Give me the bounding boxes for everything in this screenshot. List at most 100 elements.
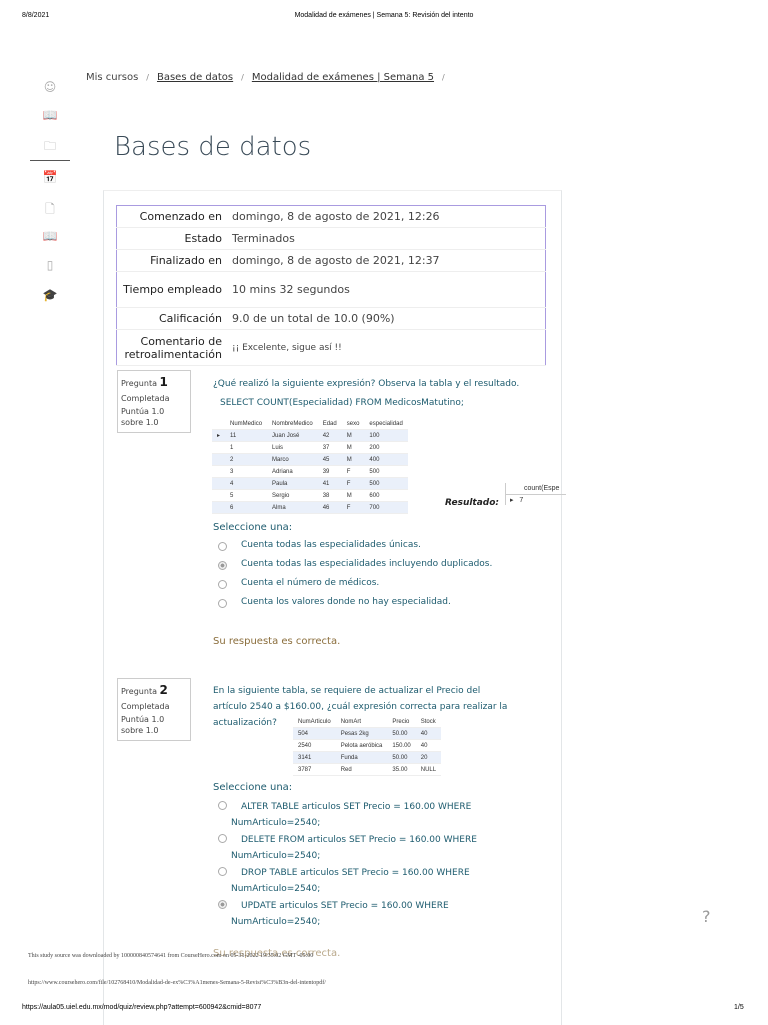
select-prompt: Seleccione una: — [213, 782, 293, 793]
table-cell: Paula — [267, 477, 318, 490]
question-1-feedback: Su respuesta es correcta. — [213, 636, 341, 647]
answer-option[interactable]: Cuenta los valores donde no hay especial… — [218, 597, 538, 608]
table-cell: Marco — [267, 453, 318, 466]
answer-option[interactable]: ALTER TABLE articulos SET Precio = 160.0… — [218, 799, 488, 831]
column-header: NombreMedico — [267, 418, 318, 430]
mobile-icon[interactable]: ▯ — [42, 258, 58, 272]
breadcrumb: Mis cursos / Bases de datos / Modalidad de e… — [86, 72, 445, 83]
table-cell: 4 — [225, 477, 268, 490]
result-grid: count(Espe ▸ 7 — [505, 483, 566, 505]
breadcrumb-quiz[interactable]: Modalidad de exámenes | Semana 5 — [252, 72, 434, 83]
graduation-cap-icon[interactable]: 🎓 — [42, 288, 58, 302]
radio-button[interactable] — [218, 561, 227, 570]
table-row: 504 Pesas 2kg 50.00 40 — [293, 727, 442, 740]
medicos-table: NumMedico NombreMedico Edad sexo especialida… — [212, 418, 408, 514]
table-row: 4 Paula 41 F 500 — [212, 477, 408, 490]
select-prompt: Seleccione una: — [213, 522, 293, 533]
table-row: ▸ 11 Juan José 42 M 100 — [212, 429, 408, 442]
summary-key: Comenzado en — [116, 205, 227, 228]
table-cell: 600 — [364, 489, 408, 502]
table-cell: 6 — [225, 501, 268, 514]
table-cell: 38 — [317, 489, 342, 502]
table-cell: F — [341, 501, 365, 514]
column-header: NomArt — [335, 716, 388, 728]
radio-button[interactable] — [218, 542, 227, 551]
column-header: NumMedico — [225, 418, 268, 430]
user-icon[interactable]: ☺ — [42, 80, 58, 94]
table-cell: 50.00 — [387, 751, 416, 764]
table-cell: 5 — [225, 489, 268, 502]
table-cell: Sergio — [267, 489, 318, 502]
table-cell: M — [341, 429, 365, 442]
radio-button[interactable] — [218, 801, 227, 810]
files-icon[interactable]: 🗋 — [42, 200, 58, 216]
table-cell: Funda — [335, 751, 388, 764]
answer-option[interactable]: DROP TABLE articulos SET Precio = 160.00… — [218, 865, 488, 897]
column-header: sexo — [341, 418, 365, 430]
page-url: https://aula05.uiel.edu.mx/mod/quiz/revi… — [22, 1004, 262, 1011]
row-pointer-icon — [212, 441, 226, 454]
result-header: count(Espe — [506, 483, 566, 495]
radio-button[interactable] — [218, 834, 227, 843]
summary-key: Calificación — [116, 307, 227, 330]
answer-option[interactable]: UPDATE articulos SET Precio = 160.00 WHE… — [218, 898, 488, 930]
answer-option[interactable]: Cuenta todas las especialidades únicas. — [218, 540, 538, 551]
row-pointer-icon — [212, 477, 226, 490]
table-cell: 3 — [225, 465, 268, 478]
radio-button[interactable] — [218, 599, 227, 608]
summary-value: 9.0 de un total de 10.0 (90%) — [227, 307, 546, 330]
table-cell: F — [341, 477, 365, 490]
table-cell: M — [341, 489, 365, 502]
question-number: 1 — [159, 375, 168, 389]
help-button[interactable]: ? — [702, 907, 711, 926]
breadcrumb-course[interactable]: Bases de datos — [157, 72, 233, 83]
answer-option[interactable]: Cuenta todas las especialidades incluyen… — [218, 559, 538, 570]
table-cell: 42 — [317, 429, 342, 442]
radio-button[interactable] — [218, 580, 227, 589]
table-row: 2 Marco 45 M 400 — [212, 453, 408, 466]
table-row: 2540 Pelota aeróbica 150.00 40 — [293, 739, 442, 752]
table-cell: 1 — [225, 441, 268, 454]
table-cell: F — [341, 465, 365, 478]
column-header: Precio — [387, 716, 416, 728]
table-row: 5 Sergio 38 M 600 — [212, 489, 408, 502]
table-cell: M — [341, 453, 365, 466]
radio-button[interactable] — [218, 867, 227, 876]
answer-option-label: DELETE FROM articulos SET Precio = 160.0… — [231, 835, 477, 861]
folder-icon[interactable]: 🗀 — [42, 137, 58, 153]
question-2-options: ALTER TABLE articulos SET Precio = 160.0… — [218, 799, 488, 931]
radio-button[interactable] — [218, 900, 227, 909]
table-cell: 2 — [225, 453, 268, 466]
question-status: Completada — [121, 394, 170, 403]
coursehero-url[interactable]: https://www.coursehero.com/file/10276841… — [28, 980, 326, 986]
table-cell: 35.00 — [387, 763, 416, 776]
table-cell: 400 — [364, 453, 408, 466]
table-cell: 100 — [364, 429, 408, 442]
answer-option[interactable]: Cuenta el número de médicos. — [218, 578, 538, 589]
articulos-table: NumArticulo NomArt Precio Stock 504 Pesas 2kg… — [293, 716, 442, 776]
question-label: Pregunta — [121, 379, 157, 388]
calendar-icon[interactable]: 📅 — [42, 170, 58, 184]
question-2-info: Pregunta 2 Completada Puntúa 1.0 sobre 1… — [117, 678, 191, 741]
table-cell: 3141 — [293, 751, 336, 764]
breadcrumb-mis-cursos[interactable]: Mis cursos — [86, 72, 138, 83]
library-icon[interactable]: 📖 — [42, 229, 58, 243]
book-icon[interactable]: 📖 — [42, 108, 58, 122]
answer-option[interactable]: DELETE FROM articulos SET Precio = 160.0… — [218, 832, 488, 864]
column-header: NumArticulo — [293, 716, 336, 728]
question-1-sql: SELECT COUNT(Especialidad) FROM MedicosM… — [220, 398, 464, 408]
table-cell: 3787 — [293, 763, 336, 776]
table-cell: 37 — [317, 441, 342, 454]
page-number: 1/5 — [734, 1004, 744, 1011]
summary-key: Tiempo empleado — [116, 271, 227, 308]
sidebar-divider — [30, 160, 70, 161]
answer-option-label: Cuenta los valores donde no hay especial… — [241, 597, 451, 607]
question-score: Puntúa 1.0 sobre 1.0 — [121, 715, 165, 735]
result-value: 7 — [519, 497, 524, 504]
table-row: 3 Adriana 39 F 500 — [212, 465, 408, 478]
table-row: 3787 Red 35.00 NULL — [293, 763, 442, 776]
answer-option-label: DROP TABLE articulos SET Precio = 160.00… — [231, 868, 470, 894]
table-cell: 50.00 — [387, 727, 416, 740]
table-cell: 40 — [415, 739, 442, 752]
table-cell: 504 — [293, 727, 336, 740]
